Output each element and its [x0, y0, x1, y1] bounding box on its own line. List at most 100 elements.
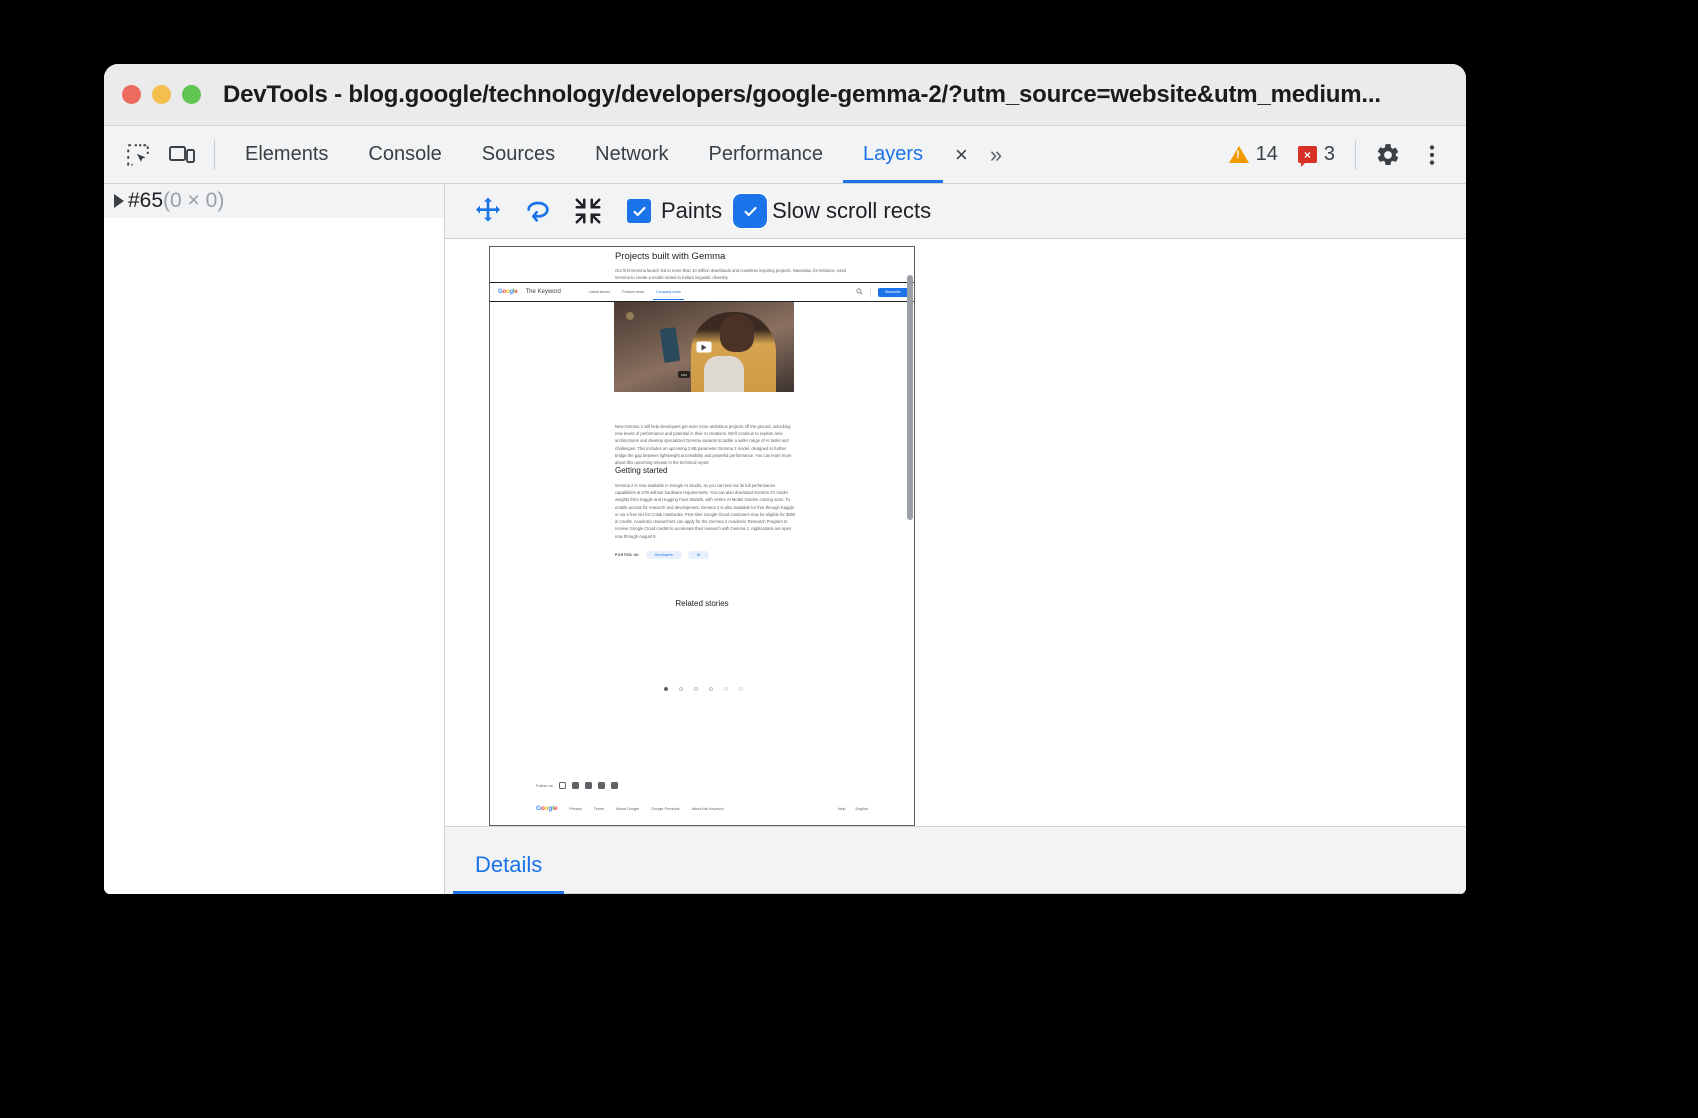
preview-getting-started-heading: Getting started [615, 466, 667, 475]
panel-tabs: Elements Console Sources Network Perform… [225, 126, 1014, 183]
slow-scroll-rects-checkbox[interactable]: Slow scroll rects [736, 191, 933, 231]
inspect-element-icon[interactable] [116, 133, 160, 177]
details-pane: Details [445, 826, 1466, 894]
checkbox-checked-icon [627, 199, 651, 223]
footer-links-row: Google Privacy Terms About Google Google… [536, 805, 868, 812]
footer-link-about-google[interactable]: About Google [616, 807, 639, 811]
layer-tree-item[interactable]: #65 (0 × 0) [104, 184, 444, 218]
paints-label: Paints [661, 198, 722, 224]
footer-right-area: Help English [838, 807, 868, 811]
close-window-button[interactable] [122, 85, 141, 104]
tab-elements[interactable]: Elements [225, 126, 348, 183]
preview-body-paragraph: New Gemma 2 will help developers get eve… [615, 423, 797, 466]
layers-3d-canvas[interactable]: Projects built with Gemma Our first Gemm… [445, 239, 1466, 826]
rotate-icon[interactable] [513, 191, 563, 231]
language-selector[interactable]: English [856, 807, 868, 811]
pagination-dot[interactable] [739, 687, 743, 691]
footer-follow-row: Follow us [536, 782, 868, 789]
tab-layers[interactable]: Layers [843, 126, 943, 183]
carousel-pagination [490, 687, 915, 691]
preview-article-intro: Our first Gemma launch led to more than … [615, 267, 855, 281]
warning-icon [1229, 146, 1249, 163]
phone-prop [660, 327, 681, 363]
footer-link-about-the-keyword[interactable]: About the Keyword [692, 807, 724, 811]
youtube-icon[interactable] [585, 782, 592, 789]
window-controls [122, 85, 201, 104]
devtools-body: #65 (0 × 0) [104, 184, 1466, 894]
nav-site-title: The Keyword [525, 289, 560, 295]
layer-size: (0 × 0) [163, 189, 224, 213]
paints-checkbox[interactable]: Paints [625, 191, 724, 231]
tab-sources[interactable]: Sources [462, 126, 575, 183]
warning-count: 14 [1256, 143, 1278, 166]
tab-performance[interactable]: Performance [689, 126, 844, 183]
pagination-dot[interactable] [679, 687, 683, 691]
error-counter[interactable]: × 3 [1290, 143, 1343, 166]
minimize-window-button[interactable] [152, 85, 171, 104]
window-title: DevTools - blog.google/technology/develo… [223, 81, 1381, 109]
chevron-right-icon[interactable] [114, 194, 124, 208]
nav-link-company-news[interactable]: Company news [656, 290, 681, 294]
person-face [720, 314, 754, 352]
pagination-dot-active[interactable] [664, 687, 668, 691]
preview-footer: Follow us Google Privacy Terms About Goo… [490, 772, 914, 826]
preview-scrollbar[interactable] [907, 275, 913, 520]
footer-google-logo: Google [536, 805, 557, 812]
video-duration-chip: 0:54 [678, 371, 690, 378]
layers-tree-sidebar: #65 (0 × 0) [104, 184, 445, 894]
preview-related-stories-heading: Related stories [490, 599, 914, 608]
linkedin-icon[interactable] [611, 782, 618, 789]
play-button-icon[interactable] [697, 342, 712, 353]
status-divider [1355, 140, 1356, 170]
toolbar-divider [214, 140, 215, 170]
layers-main-pane: Paints Slow scroll rects Projects built … [445, 184, 1466, 894]
google-logo: Google [498, 289, 517, 295]
move-arrows-icon[interactable] [463, 191, 513, 231]
layer-id: #65 [128, 189, 163, 213]
preview-site-nav: Google The Keyword Latest stories Produc… [489, 282, 915, 302]
person-shirt [704, 356, 744, 392]
devtools-tabbar: Elements Console Sources Network Perform… [104, 126, 1466, 184]
nav-link-latest-stories[interactable]: Latest stories [589, 290, 610, 294]
follow-us-label: Follow us [536, 783, 553, 788]
tab-details[interactable]: Details [453, 852, 564, 894]
preview-hero-video[interactable]: 0:54 [614, 302, 794, 392]
instagram-icon[interactable] [559, 782, 566, 789]
gear-icon[interactable] [1368, 135, 1408, 175]
footer-link-google-products[interactable]: Google Products [651, 807, 679, 811]
device-toolbar-icon[interactable] [160, 133, 204, 177]
twitter-icon[interactable] [572, 782, 579, 789]
posted-in-label: POSTED IN: [615, 553, 640, 557]
footer-link-privacy[interactable]: Privacy [569, 807, 581, 811]
window-titlebar: DevTools - blog.google/technology/develo… [104, 64, 1466, 126]
tag-ai[interactable]: AI [688, 551, 709, 559]
nav-links: Latest stories Product news Company news [589, 290, 681, 294]
preview-getting-started-body: Gemma 2 is now available in Google AI St… [615, 482, 797, 540]
zoom-window-button[interactable] [182, 85, 201, 104]
pagination-dot[interactable] [694, 687, 698, 691]
pagination-dot[interactable] [724, 687, 728, 691]
preview-posted-in: POSTED IN: Developers AI [615, 551, 709, 559]
collapse-arrows-icon[interactable] [563, 191, 613, 231]
tab-console[interactable]: Console [348, 126, 461, 183]
facebook-icon[interactable] [598, 782, 605, 789]
layer-page-preview: Projects built with Gemma Our first Gemm… [489, 246, 915, 826]
more-tabs-icon[interactable]: » [978, 126, 1014, 183]
subscribe-button[interactable]: Subscribe [878, 288, 908, 297]
three-dot-menu-icon[interactable] [1412, 135, 1452, 175]
nav-right-area: Subscribe [856, 288, 908, 297]
help-link[interactable]: Help [838, 807, 846, 811]
error-count: 3 [1324, 143, 1335, 166]
layers-toolbar: Paints Slow scroll rects [445, 184, 1466, 239]
nav-link-product-news[interactable]: Product news [622, 290, 644, 294]
tab-network[interactable]: Network [575, 126, 688, 183]
tag-developers[interactable]: Developers [646, 551, 682, 559]
nav-divider [870, 288, 871, 297]
devtools-status-area: 14 × 3 [1221, 135, 1466, 175]
slow-scroll-rects-label: Slow scroll rects [772, 198, 931, 224]
search-icon[interactable] [856, 288, 863, 297]
warning-counter[interactable]: 14 [1221, 143, 1286, 166]
pagination-dot[interactable] [709, 687, 713, 691]
close-tab-icon[interactable]: × [945, 126, 978, 183]
footer-link-terms[interactable]: Terms [594, 807, 604, 811]
